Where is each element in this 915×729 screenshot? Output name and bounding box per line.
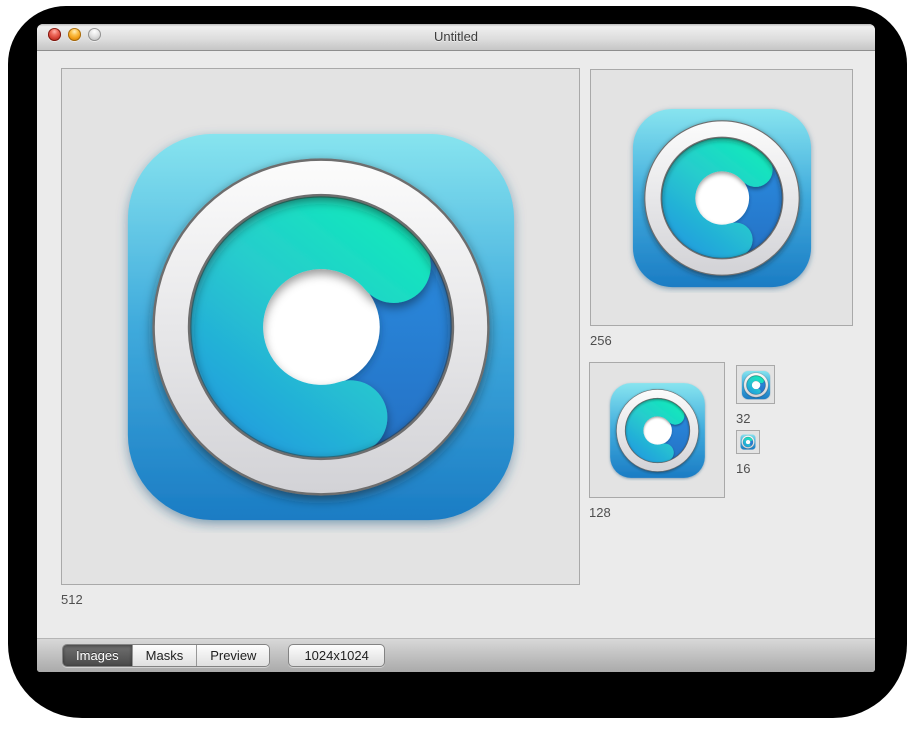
preview-size-label: 32 [736,411,775,426]
preview-size-label: 256 [590,333,853,348]
tab-masks[interactable]: Masks [133,645,198,666]
preview-block-256: 256 [590,69,853,348]
bottom-toolbar: Images Masks Preview 1024x1024 [37,638,875,672]
tab-images[interactable]: Images [63,645,133,666]
preview-well-32[interactable] [736,365,775,404]
preview-well-512[interactable] [61,68,580,585]
app-icon-preview-16 [740,434,756,450]
app-icon-preview-512 [115,121,527,533]
app-window: Untitled 512 [37,24,875,672]
window-title: Untitled [37,29,875,44]
preview-size-label: 512 [61,592,580,607]
size-1024-button[interactable]: 1024x1024 [288,644,384,667]
preview-size-label: 16 [736,461,760,476]
app-icon-preview-32 [741,370,771,400]
document-canvas: 512 256 [37,51,875,638]
titlebar[interactable]: Untitled [37,24,875,51]
view-mode-segmented-control: Images Masks Preview [62,644,270,667]
app-icon-preview-128 [607,380,708,481]
preview-block-512: 512 [61,68,580,607]
preview-size-label: 128 [589,505,725,520]
preview-block-128: 128 [589,362,725,520]
tab-preview[interactable]: Preview [197,645,269,666]
preview-block-32: 32 [736,365,775,426]
preview-well-16[interactable] [736,430,760,454]
app-icon-preview-256 [627,103,817,293]
preview-well-128[interactable] [589,362,725,498]
preview-well-256[interactable] [590,69,853,326]
preview-block-16: 16 [736,430,760,476]
